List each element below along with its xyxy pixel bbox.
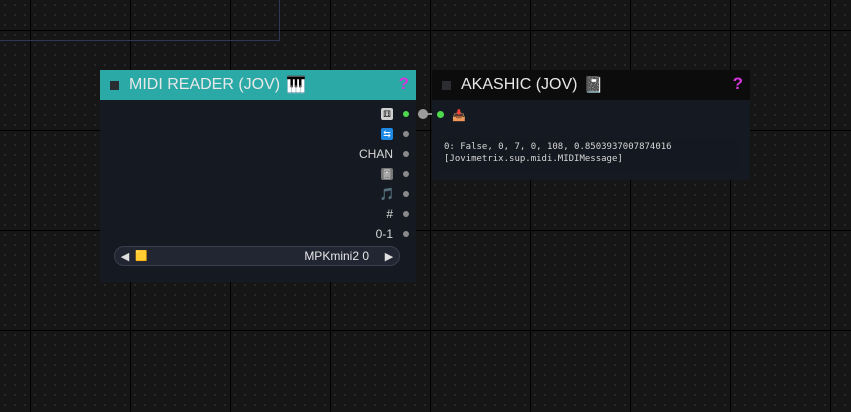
output-socket[interactable] [403,151,409,157]
help-icon[interactable]: ? [733,74,743,94]
text-line: 0: False, 0, 7, 0, 108, 0.85039370078740… [444,142,672,152]
combo-next-button[interactable]: ▶ [379,250,399,263]
help-icon[interactable]: ? [399,74,409,94]
output-on[interactable]: ⇆ [381,124,416,144]
output-label: CHAN [358,147,393,161]
output-socket[interactable] [403,171,409,177]
output-label: 0-1 [375,227,393,241]
node-title: MIDI READER (JOV) [129,76,281,93]
node-title-bar[interactable]: AKASHIC (JOV) 📓 ? [432,70,750,100]
output-normalized[interactable]: 0-1 [376,224,416,244]
music-note-icon: 🎵 [379,187,395,201]
toggle-icon: ⇆ [381,128,393,140]
midi-reader-node[interactable]: MIDI READER (JOV) 🎹 ? ⚅ ⇆ CHAN 🎚 🎵 # 0-1… [100,70,416,282]
input-socket[interactable] [437,111,444,118]
notebook-icon: 📓 [583,77,604,94]
collapse-toggle[interactable] [110,80,119,90]
output-socket[interactable] [403,191,409,197]
output-socket[interactable] [403,211,409,217]
output-chan[interactable]: CHAN [359,144,416,164]
node-title-bar[interactable]: MIDI READER (JOV) 🎹 ? [100,70,416,100]
piano-icon: 🎹 [286,77,307,94]
output-number[interactable]: # [386,204,416,224]
akashic-node[interactable]: AKASHIC (JOV) 📓 ? 📥 0: False, 0, 7, 0, 1… [432,70,750,180]
device-combo[interactable]: ◀ 🟨 MPKmini2 0 ▶ [114,246,400,266]
combo-prev-button[interactable]: ◀ [115,250,135,263]
inbox-icon: 📥 [452,110,466,122]
link-midpoint-handle[interactable] [418,109,428,119]
output-socket[interactable] [403,111,409,117]
dice-icon: ⚅ [381,108,393,120]
group-frame [0,0,280,41]
output-trigger[interactable]: ⚅ [381,104,416,124]
text-line: [Jovimetrix.sup.midi.MIDIMessage] [444,154,623,164]
fader-icon: 🎚 [381,168,393,180]
collapse-toggle[interactable] [442,80,451,90]
output-control[interactable]: 🎚 [381,164,416,184]
output-socket[interactable] [403,231,409,237]
output-note[interactable]: 🎵 [379,184,416,204]
output-socket[interactable] [403,131,409,137]
output-label: # [386,207,393,221]
device-icon: 🟨 [135,250,148,262]
output-text-area[interactable]: 0: False, 0, 7, 0, 108, 0.85039370078740… [439,138,741,172]
node-title: AKASHIC (JOV) [461,76,578,93]
device-value: MPKmini2 0 [304,249,369,263]
